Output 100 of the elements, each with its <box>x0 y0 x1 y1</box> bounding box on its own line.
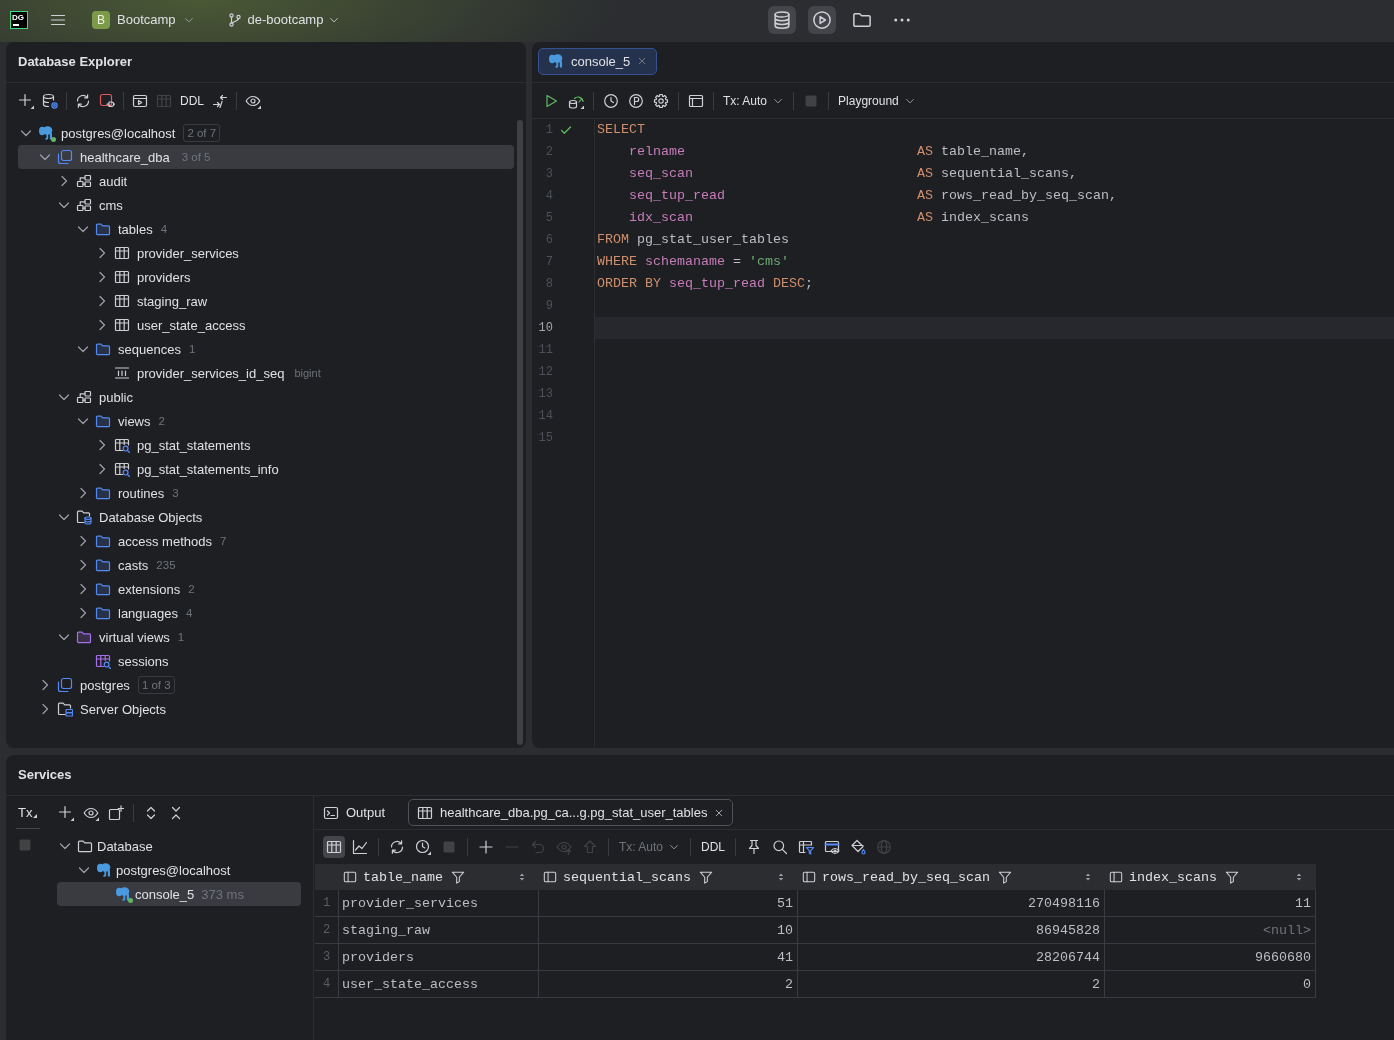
filter-icon[interactable] <box>699 870 713 884</box>
ddl-button[interactable]: DDL <box>701 837 726 857</box>
table-icon[interactable] <box>323 836 345 858</box>
close-icon[interactable] <box>714 807 725 818</box>
eye-icon[interactable] <box>245 93 261 109</box>
folder-icon <box>95 533 111 549</box>
editor-tab[interactable]: console_5 <box>538 47 658 75</box>
code-line: ORDER BY seq_tup_read DESC; <box>597 276 813 291</box>
tree-item[interactable]: Database <box>57 834 301 858</box>
line-chart-icon[interactable] <box>352 839 368 855</box>
table-cell: 11 <box>1105 890 1316 917</box>
tree-item[interactable]: postgres 1 of 3 <box>18 673 514 697</box>
tree-item[interactable]: postgres@localhost <box>57 858 301 882</box>
tree-item[interactable]: casts 235 <box>18 553 514 577</box>
transaction-button[interactable]: Tx <box>18 804 38 820</box>
code-line: idx_scan AS index_scans <box>628 210 1029 225</box>
layout-icon[interactable] <box>688 92 704 109</box>
filter-icon[interactable] <box>451 870 465 884</box>
table-filter-icon[interactable] <box>798 839 815 855</box>
table-icon <box>114 269 130 285</box>
scrollbar-thumb[interactable] <box>517 120 523 745</box>
app-logo[interactable]: DG <box>10 10 28 29</box>
plus-icon[interactable] <box>18 93 34 109</box>
database-icon <box>57 149 73 165</box>
output-tab[interactable]: Output <box>314 799 395 826</box>
folder-icon <box>77 838 93 854</box>
tree-item[interactable]: user_state_access <box>18 313 514 337</box>
column-header[interactable]: table_name <box>339 864 539 890</box>
filter-icon[interactable] <box>997 870 1012 884</box>
transaction-mode-dropdown[interactable]: Tx: Auto <box>723 90 785 111</box>
branch-icon <box>226 11 243 28</box>
schema-icon <box>76 197 92 213</box>
tree-item[interactable]: tables 4 <box>18 217 514 241</box>
paint-bucket-icon[interactable] <box>850 839 867 855</box>
folder-icon <box>95 221 111 237</box>
schema-icon <box>76 173 92 189</box>
detail-label: bigint <box>294 367 321 379</box>
column-header[interactable]: rows_read_by_seq_scan <box>798 864 1105 890</box>
tree-item[interactable]: pg_stat_statements_info <box>18 457 514 481</box>
plus-icon[interactable] <box>58 805 74 821</box>
database-icon[interactable] <box>768 5 796 34</box>
run-icon[interactable] <box>543 92 559 109</box>
result-tab[interactable]: healthcare_dba.pg_ca...g.pg_stat_user_tables <box>408 799 734 826</box>
elephant-icon <box>548 53 564 69</box>
clock-icon[interactable] <box>603 92 619 109</box>
branch-button[interactable]: de-bootcamp <box>222 5 345 34</box>
table-cell: 28206744 <box>798 944 1105 971</box>
tree-item[interactable]: providers <box>18 265 514 289</box>
close-icon[interactable] <box>637 56 648 66</box>
filter-icon[interactable] <box>1225 870 1239 884</box>
tree-item[interactable]: sequences 1 <box>18 337 514 361</box>
column-icon <box>343 870 357 884</box>
column-header[interactable]: index_scans <box>1105 864 1316 890</box>
console-icon[interactable] <box>132 93 148 109</box>
ddl-button[interactable]: DDL <box>180 91 204 111</box>
code-line: SELECT <box>597 122 645 137</box>
plug-square-icon[interactable] <box>99 93 115 109</box>
project-button[interactable]: B Bootcamp <box>88 5 199 34</box>
tree-item[interactable]: languages 4 <box>18 601 514 625</box>
sort-icon[interactable] <box>517 872 527 882</box>
item-count: 2 <box>158 415 165 427</box>
view-icon <box>114 461 130 477</box>
sort-icon[interactable] <box>1294 872 1304 882</box>
add-tab-icon[interactable] <box>108 805 124 821</box>
session-mode-dropdown[interactable]: Playground <box>838 90 916 111</box>
tree-item[interactable]: provider_services <box>18 241 514 265</box>
folder-icon <box>95 485 111 501</box>
settings-icon[interactable] <box>653 92 669 109</box>
table-icon <box>417 804 434 821</box>
jump-arrows-icon[interactable] <box>212 93 228 109</box>
tree-item[interactable]: sessions <box>18 649 514 673</box>
sort-icon[interactable] <box>1083 872 1093 882</box>
tree-item[interactable]: cms <box>18 193 514 217</box>
tree-item[interactable]: views 2 <box>18 409 514 433</box>
row-number: 4 <box>315 971 339 998</box>
tree-item[interactable]: provider_services_id_seq bigint <box>18 361 514 385</box>
circle-p-icon[interactable] <box>628 92 644 109</box>
search-icon[interactable] <box>772 839 789 855</box>
plus-icon[interactable] <box>478 839 494 855</box>
tree-item[interactable]: Database Objects <box>18 505 514 529</box>
table-cell: 51 <box>539 890 798 917</box>
tree-item[interactable]: routines 3 <box>18 481 514 505</box>
database-gear-icon[interactable] <box>42 93 58 109</box>
tree-item[interactable]: extensions 2 <box>18 577 514 601</box>
tree-item[interactable]: access methods 7 <box>18 529 514 553</box>
tree-item[interactable]: postgres@localhost 2 of 7 <box>18 121 514 145</box>
column-header[interactable]: sequential_scans <box>539 864 798 890</box>
tree-item[interactable]: Server Objects <box>18 697 514 721</box>
tree-item[interactable]: virtual views 1 <box>18 625 514 649</box>
table-eye-icon[interactable] <box>824 839 841 855</box>
tree-item[interactable]: audit <box>18 169 514 193</box>
column-icon <box>802 870 816 884</box>
sort-icon[interactable] <box>776 872 786 882</box>
eye-icon[interactable] <box>83 805 99 821</box>
tree-item[interactable]: pg_stat_statements <box>18 433 514 457</box>
clock-icon[interactable] <box>415 839 431 855</box>
refresh-icon[interactable] <box>75 93 91 109</box>
tree-item[interactable]: public <box>18 385 514 409</box>
tree-item[interactable]: staging_raw <box>18 289 514 313</box>
refresh-icon[interactable] <box>389 839 405 855</box>
